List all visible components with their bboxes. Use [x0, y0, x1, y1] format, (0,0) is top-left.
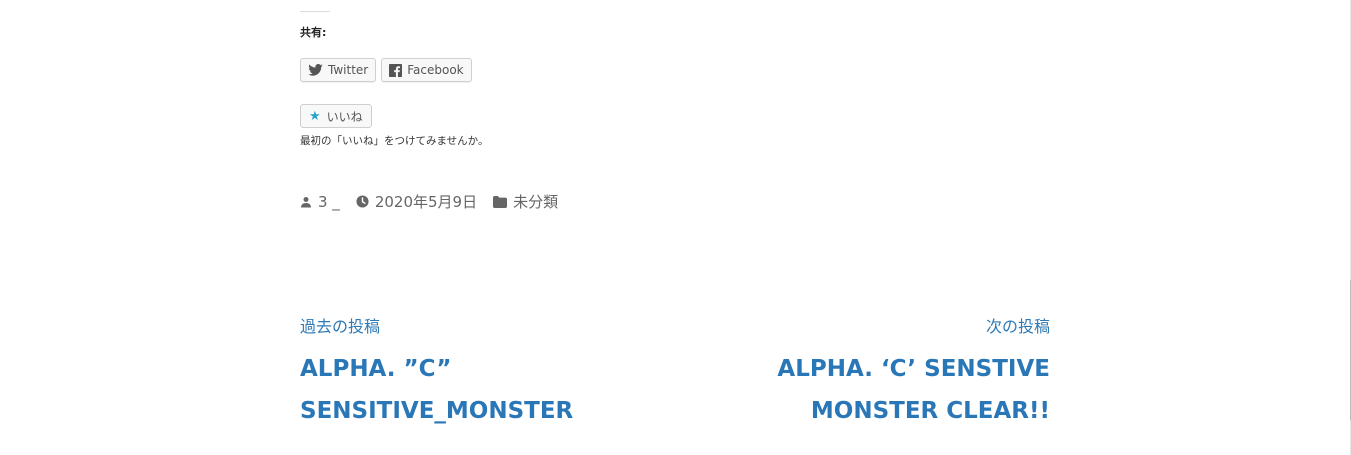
- share-buttons: Twitter Facebook: [300, 58, 472, 82]
- folder-icon: [493, 195, 508, 208]
- like-prompt-text: 最初の「いいね」をつけてみませんか。: [300, 135, 489, 147]
- next-post-title: ALPHA. ‘C’ SENSTIVE MONSTER CLEAR!!: [690, 348, 1050, 432]
- like-button[interactable]: ★ いいね: [300, 104, 372, 128]
- next-post-title-line: ALPHA. ‘C’ SENSTIVE: [777, 356, 1050, 382]
- post-category-text: 未分類: [513, 193, 559, 211]
- person-icon: [300, 196, 312, 208]
- previous-post-link[interactable]: 過去の投稿 ALPHA. ”C” SENSITIVE_MONSTER: [300, 316, 660, 432]
- share-heading: 共有:: [300, 26, 327, 39]
- twitter-icon: [308, 64, 323, 76]
- post-date[interactable]: 2020年5月9日: [356, 191, 477, 212]
- previous-post-title-line: SENSITIVE_MONSTER: [300, 398, 574, 424]
- next-post-label: 次の投稿: [985, 317, 1050, 336]
- post-meta: 3 _ 2020年5月9日 未分類: [300, 191, 558, 212]
- twitter-share-label: Twitter: [328, 63, 369, 77]
- star-icon: ★: [309, 108, 321, 124]
- previous-post-label: 過去の投稿: [300, 317, 381, 336]
- facebook-share-label: Facebook: [407, 63, 464, 77]
- post-date-text: 2020年5月9日: [374, 193, 478, 211]
- post-author-name: 3 _: [318, 192, 340, 211]
- post-category[interactable]: 未分類: [493, 191, 558, 212]
- facebook-icon: [389, 63, 403, 77]
- facebook-share-button[interactable]: Facebook: [381, 58, 472, 82]
- share-divider: [300, 11, 330, 12]
- next-post-title-line: MONSTER CLEAR!!: [810, 398, 1050, 424]
- twitter-share-button[interactable]: Twitter: [300, 58, 377, 82]
- clock-icon: [356, 195, 369, 208]
- like-button-label: いいね: [326, 109, 363, 124]
- previous-post-title: ALPHA. ”C” SENSITIVE_MONSTER: [300, 348, 660, 432]
- post-author[interactable]: 3 _: [300, 193, 340, 211]
- previous-post-title-line: ALPHA. ”C”: [300, 356, 452, 382]
- next-post-link[interactable]: 次の投稿 ALPHA. ‘C’ SENSTIVE MONSTER CLEAR!!: [690, 316, 1050, 432]
